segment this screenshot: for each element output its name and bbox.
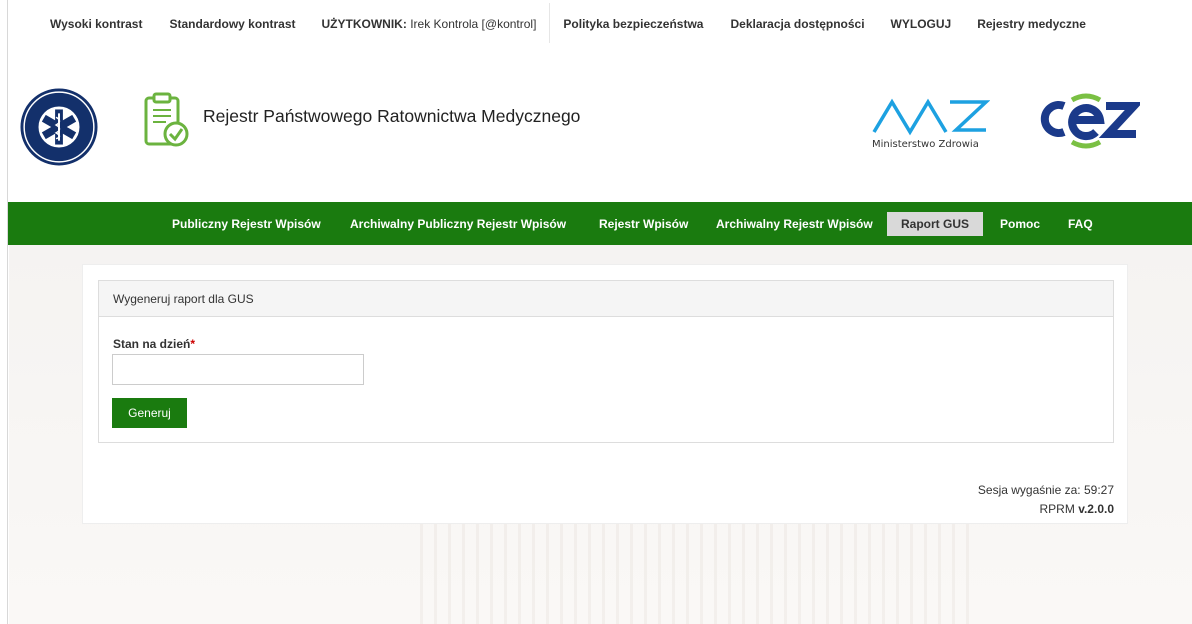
generate-button[interactable]: Generuj: [112, 398, 187, 428]
session-time: 59:27: [1083, 483, 1114, 497]
content-card: Wygeneruj raport dla GUS Stan na dzień* …: [82, 264, 1128, 524]
user-info[interactable]: UŻYTKOWNIK: Irek Kontrola [@kontrol]: [322, 0, 537, 31]
session-label: Sesja wygaśnie za:: [977, 483, 1081, 497]
ministry-of-health-label: Ministerstwo Zdrowia: [872, 139, 979, 150]
nav-archived-public-registry[interactable]: Archiwalny Publiczny Rejestr Wpisów: [344, 212, 572, 236]
standard-contrast-link[interactable]: Standardowy kontrast: [169, 0, 295, 31]
header: Rejestr Państwowego Ratownictwa Medyczne…: [8, 44, 1192, 202]
date-field-label: Stan na dzień*: [113, 337, 195, 351]
cez-logo-icon: [1040, 93, 1140, 149]
app-title: Rejestr Państwowego Ratownictwa Medyczne…: [203, 106, 581, 126]
utility-bar: Wysoki kontrast Standardowy kontrast UŻY…: [8, 0, 1192, 44]
security-policy-link[interactable]: Polityka bezpieczeństwa: [563, 0, 703, 31]
panel-title: Wygeneruj raport dla GUS: [99, 281, 1113, 317]
required-mark: *: [190, 337, 196, 351]
user-value: Irek Kontrola [@kontrol]: [410, 17, 537, 31]
nav-faq[interactable]: FAQ: [1062, 212, 1099, 236]
nav-registry[interactable]: Rejestr Wpisów: [593, 212, 694, 236]
nav-help[interactable]: Pomoc: [994, 212, 1046, 236]
date-field-label-text: Stan na dzień: [113, 337, 191, 351]
high-contrast-link[interactable]: Wysoki kontrast: [50, 0, 142, 31]
medical-emergency-emblem-icon: [20, 88, 98, 166]
logout-link[interactable]: WYLOGUJ: [891, 0, 952, 31]
version-number: v.2.0.0: [1078, 502, 1114, 516]
topbar-separator: [549, 3, 551, 43]
nav-gus-report[interactable]: Raport GUS: [887, 212, 984, 236]
session-timer: Sesja wygaśnie za: 59:27: [978, 483, 1114, 497]
date-input[interactable]: [112, 354, 364, 385]
clipboard-check-icon: [144, 92, 189, 147]
medical-registries-link[interactable]: Rejestry medyczne: [977, 0, 1086, 31]
app-version: RPRM v.2.0.0: [1040, 502, 1115, 516]
nav-public-registry[interactable]: Publiczny Rejestr Wpisów: [166, 212, 327, 236]
window-left-border: [0, 0, 8, 624]
app-short-name: RPRM: [1039, 502, 1075, 516]
user-label: UŻYTKOWNIK:: [321, 17, 407, 31]
nav-archived-registry[interactable]: Archiwalny Rejestr Wpisów: [710, 212, 879, 236]
accessibility-link[interactable]: Deklaracja dostępności: [730, 0, 864, 31]
main-navigation: Publiczny Rejestr Wpisów Archiwalny Publ…: [8, 202, 1192, 245]
report-panel: Wygeneruj raport dla GUS Stan na dzień* …: [98, 280, 1114, 443]
